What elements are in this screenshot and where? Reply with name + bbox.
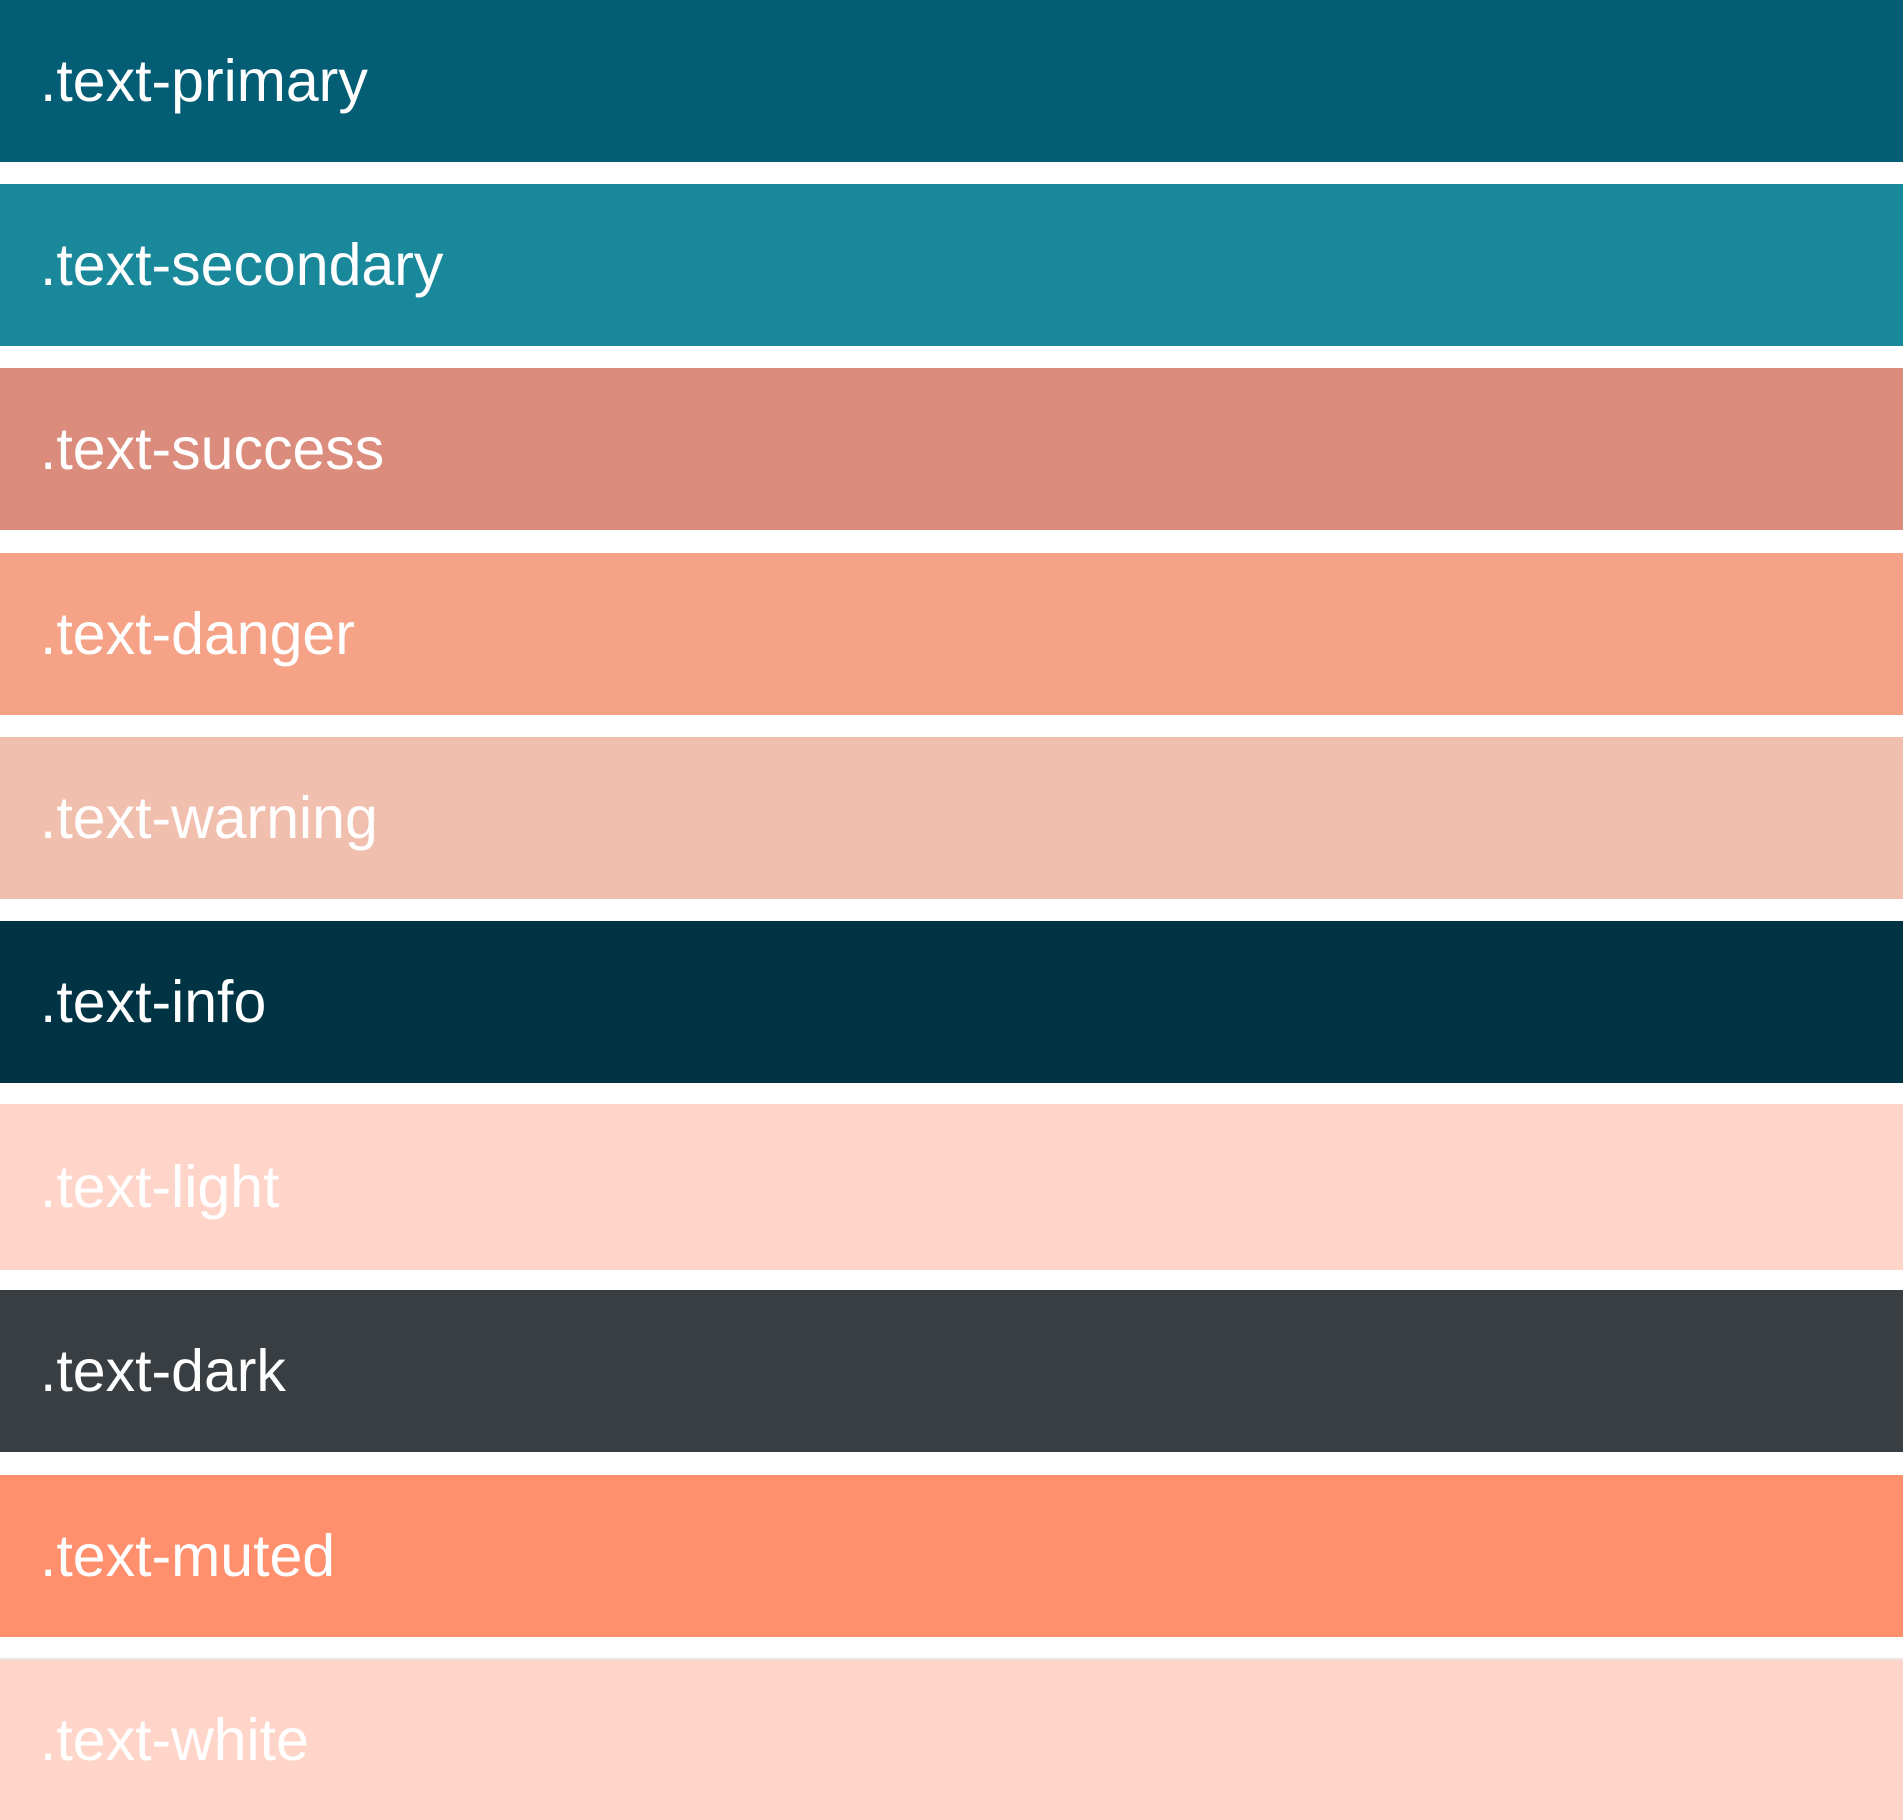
swatch-label: .text-light bbox=[40, 1153, 280, 1220]
swatch-text-dark: .text-dark bbox=[0, 1290, 1903, 1452]
swatch-label: .text-warning bbox=[40, 784, 378, 851]
swatch-label: .text-dark bbox=[40, 1337, 286, 1404]
swatch-text-info: .text-info bbox=[0, 921, 1903, 1083]
swatch-label: .text-info bbox=[40, 968, 267, 1035]
swatch-text-muted: .text-muted bbox=[0, 1475, 1903, 1637]
swatch-label: .text-success bbox=[40, 415, 385, 482]
color-swatch-list: .text-primary .text-secondary .text-succ… bbox=[0, 0, 1903, 1820]
swatch-text-success: .text-success bbox=[0, 368, 1903, 530]
swatch-text-danger: .text-danger bbox=[0, 553, 1903, 715]
swatch-label: .text-muted bbox=[40, 1522, 336, 1589]
swatch-label: .text-primary bbox=[40, 47, 368, 114]
swatch-label: .text-secondary bbox=[40, 231, 444, 298]
swatch-text-primary: .text-primary bbox=[0, 0, 1903, 162]
swatch-label: .text-white bbox=[40, 1706, 309, 1773]
swatch-text-white: .text-white bbox=[0, 1658, 1903, 1820]
swatch-text-warning: .text-warning bbox=[0, 737, 1903, 899]
swatch-text-secondary: .text-secondary bbox=[0, 184, 1903, 346]
swatch-text-light: .text-light bbox=[0, 1104, 1903, 1270]
swatch-label: .text-danger bbox=[40, 600, 355, 667]
